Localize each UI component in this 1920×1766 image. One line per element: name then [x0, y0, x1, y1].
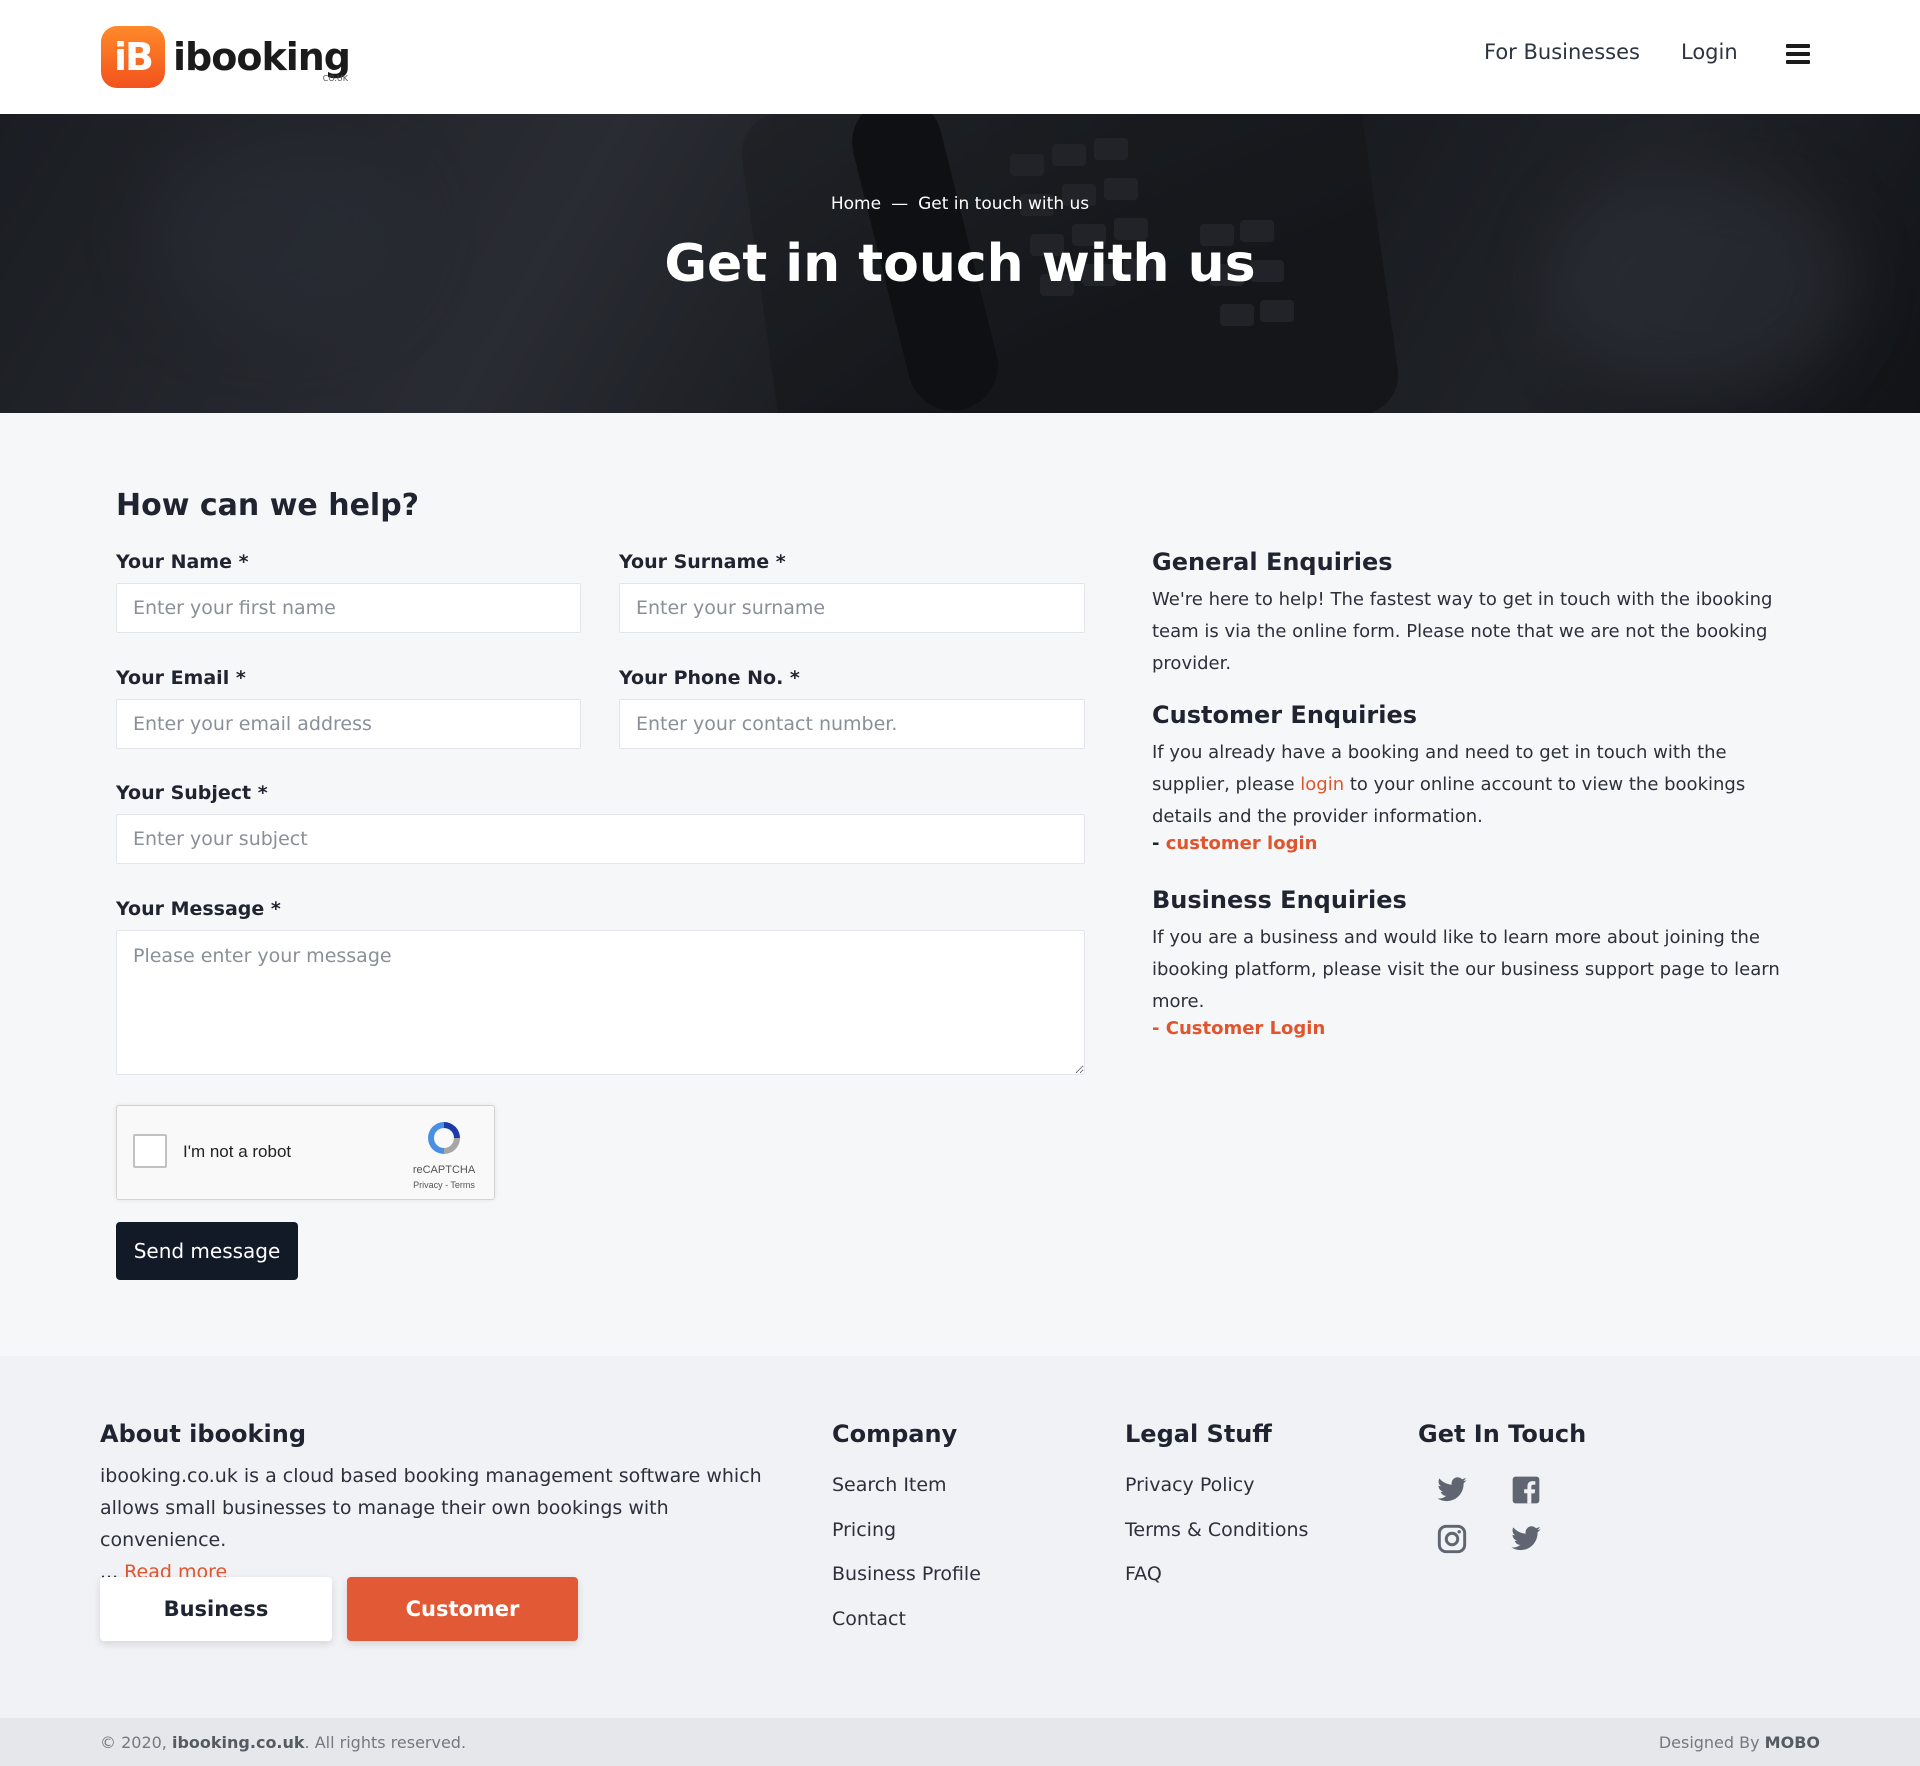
- surname-input[interactable]: [619, 583, 1085, 633]
- business-login-link-row: - Customer Login: [1152, 1018, 1326, 1039]
- subject-input[interactable]: [116, 814, 1085, 864]
- send-message-button[interactable]: Send message: [116, 1222, 298, 1280]
- facebook-icon[interactable]: [1510, 1474, 1542, 1506]
- designer-link[interactable]: MOBO: [1765, 1733, 1820, 1752]
- nav-for-businesses[interactable]: For Businesses: [1484, 40, 1640, 64]
- general-enquiries-text: We're here to help! The fastest way to g…: [1152, 589, 1773, 674]
- business-button[interactable]: Business: [100, 1577, 332, 1641]
- business-customer-login-link[interactable]: Customer Login: [1166, 1018, 1326, 1039]
- business-enquiries-title: Business Enquiries: [1152, 886, 1407, 914]
- footer-link-search-item[interactable]: Search Item: [832, 1474, 947, 1496]
- inline-login-link[interactable]: login: [1300, 774, 1344, 795]
- nav-login[interactable]: Login: [1681, 40, 1738, 64]
- breadcrumb-home[interactable]: Home: [831, 194, 881, 214]
- footer-link-contact[interactable]: Contact: [832, 1608, 906, 1630]
- email-label: Your Email *: [116, 667, 246, 689]
- twitter-icon[interactable]: [1510, 1523, 1542, 1555]
- general-enquiries-title: General Enquiries: [1152, 548, 1393, 576]
- recaptcha-checkbox[interactable]: [133, 1134, 167, 1168]
- recaptcha-brand: reCAPTCHA: [412, 1164, 476, 1176]
- email-input[interactable]: [116, 699, 581, 749]
- get-in-touch-title: Get In Touch: [1418, 1420, 1587, 1448]
- phone-label: Your Phone No. *: [619, 667, 800, 689]
- recaptcha-label: I'm not a robot: [183, 1142, 292, 1161]
- customer-login-link[interactable]: customer login: [1166, 833, 1318, 854]
- designed-by: Designed By MOBO: [1658, 1733, 1820, 1752]
- about-title: About ibooking: [100, 1420, 306, 1448]
- name-label: Your Name *: [116, 551, 249, 573]
- customer-button[interactable]: Customer: [347, 1577, 578, 1641]
- footer-link-terms[interactable]: Terms & Conditions: [1125, 1519, 1308, 1541]
- copyright: © 2020, ibooking.co.uk. All rights reser…: [100, 1733, 467, 1752]
- business-enquiries-text: If you are a business and would like to …: [1152, 927, 1780, 1012]
- customer-login-link-row: - customer login: [1152, 833, 1318, 854]
- breadcrumb: Home — Get in touch with us: [0, 194, 1920, 214]
- about-text: ibooking.co.uk is a cloud based booking …: [100, 1465, 762, 1583]
- message-label: Your Message *: [116, 898, 281, 920]
- customer-enquiries-title: Customer Enquiries: [1152, 701, 1418, 729]
- customer-enquiries-text: If you already have a booking and need t…: [1152, 742, 1746, 827]
- recaptcha-widget: I'm not a robot reCAPTCHA Privacy - Term…: [116, 1105, 495, 1200]
- twitter-icon[interactable]: [1436, 1474, 1468, 1506]
- recaptcha-links[interactable]: Privacy - Terms: [397, 1180, 491, 1190]
- company-title: Company: [832, 1420, 958, 1448]
- footer-link-privacy[interactable]: Privacy Policy: [1125, 1474, 1254, 1496]
- hamburger-icon[interactable]: [1786, 44, 1810, 64]
- breadcrumb-separator: —: [891, 194, 909, 214]
- form-title: How can we help?: [116, 488, 420, 523]
- footer-link-business-profile[interactable]: Business Profile: [832, 1563, 981, 1585]
- logo-domain: CO.UK: [322, 74, 348, 83]
- footer-link-pricing[interactable]: Pricing: [832, 1519, 896, 1541]
- subject-label: Your Subject *: [116, 782, 268, 804]
- legal-title: Legal Stuff: [1125, 1420, 1272, 1448]
- logo-text: ibooking CO.UK: [173, 35, 351, 83]
- logo[interactable]: iB ibooking CO.UK: [101, 26, 351, 88]
- logo-wordmark: ibooking: [173, 35, 351, 79]
- message-textarea[interactable]: [116, 930, 1085, 1075]
- instagram-icon[interactable]: [1436, 1523, 1468, 1555]
- first-name-input[interactable]: [116, 583, 581, 633]
- recaptcha-icon: [428, 1122, 460, 1154]
- phone-input[interactable]: [619, 699, 1085, 749]
- footer-link-faq[interactable]: FAQ: [1125, 1563, 1162, 1585]
- surname-label: Your Surname *: [619, 551, 786, 573]
- site-header: iB ibooking CO.UK For Businesses Login: [0, 0, 1920, 114]
- hero-banner: Home — Get in touch with us Get in touch w…: [0, 114, 1920, 413]
- page-title: Get in touch with us: [664, 234, 1256, 294]
- breadcrumb-current: Get in touch with us: [918, 194, 1090, 214]
- logo-badge: iB: [101, 26, 165, 88]
